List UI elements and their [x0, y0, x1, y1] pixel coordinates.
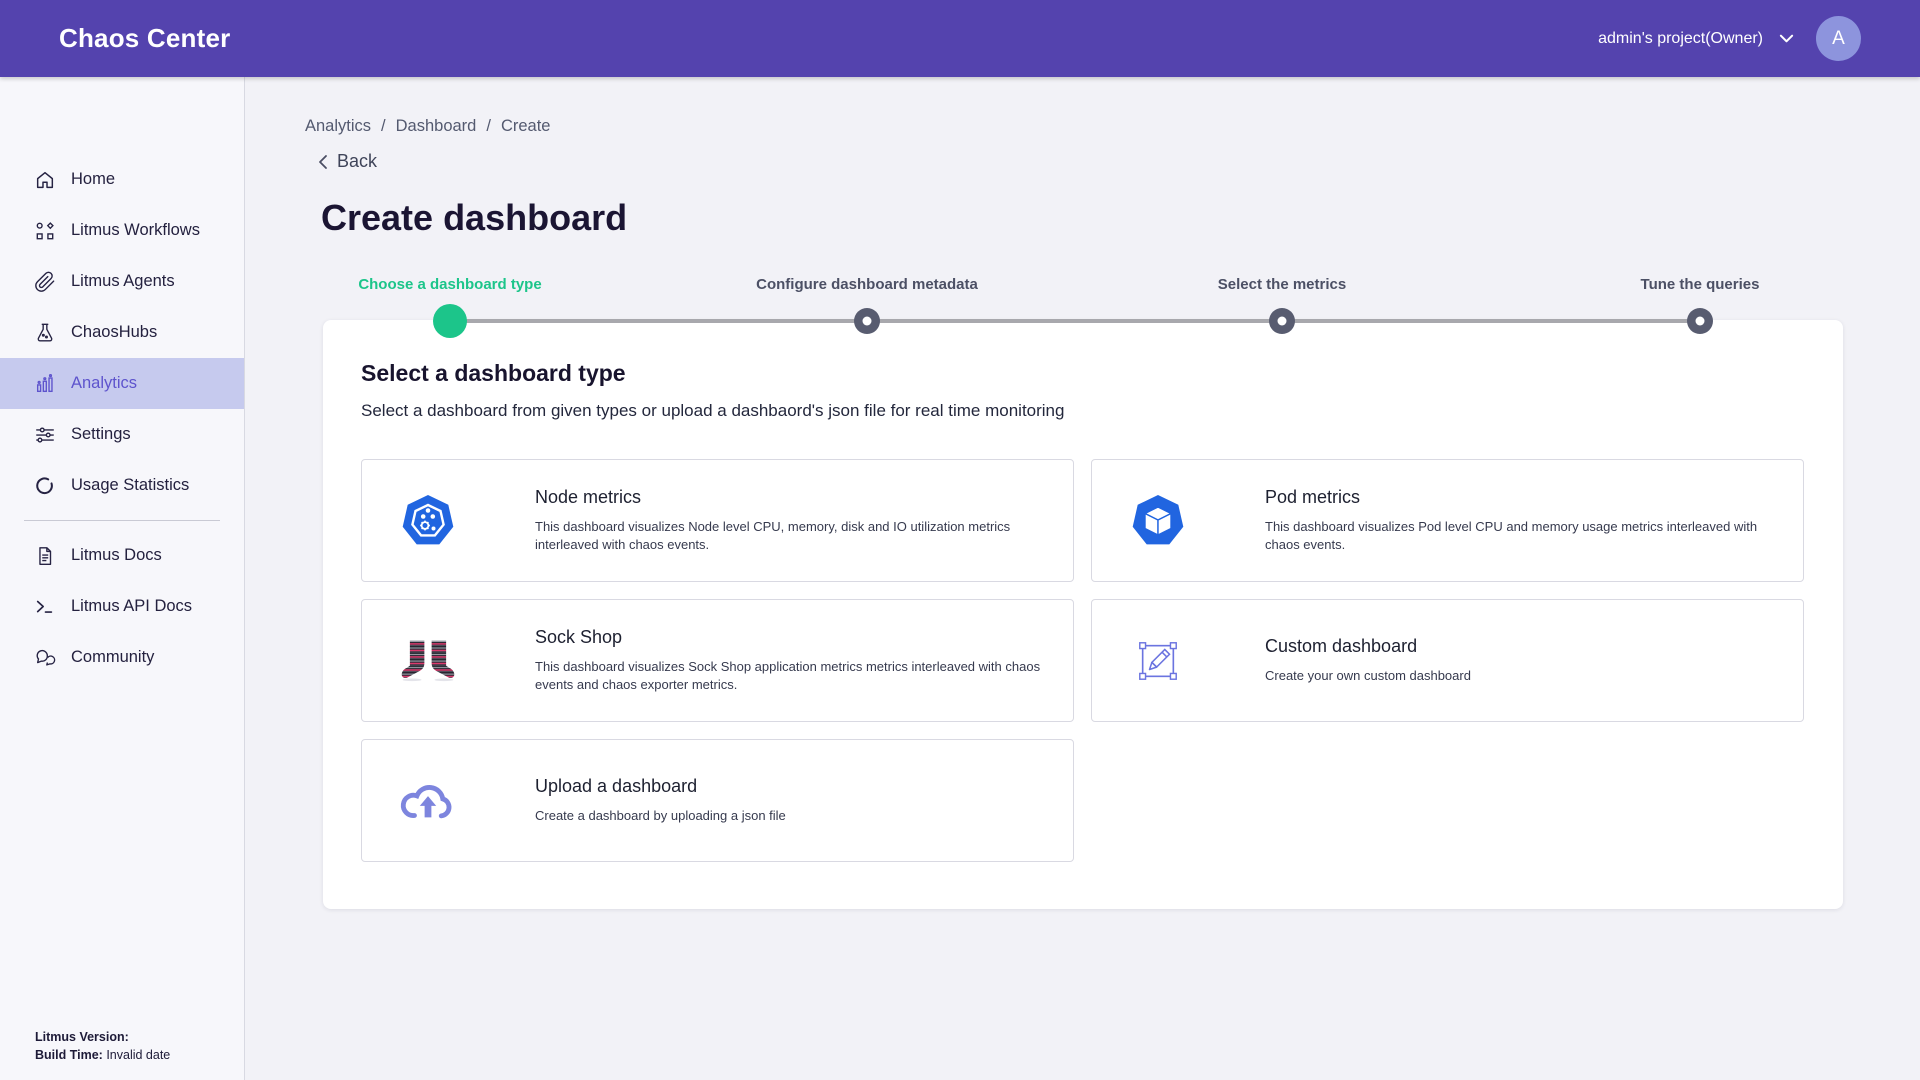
sidebar-item-community[interactable]: Community [0, 632, 244, 683]
chevron-down-icon [1779, 33, 1794, 44]
build-time-value: Invalid date [106, 1048, 170, 1062]
project-label: admin's project(Owner) [1598, 30, 1763, 48]
sidebar-item-chaoshubs[interactable]: ChaosHubs [0, 307, 244, 358]
breadcrumb-analytics[interactable]: Analytics [305, 117, 371, 136]
card-description: This dashboard visualizes Sock Shop appl… [535, 658, 1055, 694]
sidebar-item-label: Litmus Workflows [71, 221, 200, 240]
dashboard-type-grid: Node metrics This dashboard visualizes N… [361, 459, 1805, 862]
step-label-configure-metadata: Configure dashboard metadata [756, 276, 978, 293]
back-button[interactable]: Back [317, 151, 377, 172]
card-upload-dashboard[interactable]: Upload a dashboard Create a dashboard by… [361, 739, 1074, 862]
panel-subheading: Select a dashboard from given types or u… [361, 401, 1805, 421]
build-time-label: Build Time: [35, 1048, 103, 1062]
sidebar-item-label: Litmus Docs [71, 546, 162, 565]
panel-heading: Select a dashboard type [361, 360, 1805, 387]
terminal-icon [34, 596, 56, 618]
sidebar-nav: Home Litmus Workflows Litmus Agents Chao… [0, 77, 244, 683]
main-content: Analytics / Dashboard / Create Back Crea… [245, 77, 1920, 1080]
step-dot [1687, 308, 1713, 334]
sidebar-item-home[interactable]: Home [0, 154, 244, 205]
card-sock-shop[interactable]: Sock Shop This dashboard visualizes Sock… [361, 599, 1074, 722]
breadcrumb-create[interactable]: Create [501, 117, 551, 136]
card-title: Node metrics [535, 487, 1055, 508]
dashboard-type-panel: Select a dashboard type Select a dashboa… [323, 320, 1843, 909]
project-switcher[interactable]: admin's project(Owner) [1598, 30, 1794, 48]
home-icon [34, 169, 56, 191]
card-pod-metrics[interactable]: Pod metrics This dashboard visualizes Po… [1091, 459, 1804, 582]
sidebar: Home Litmus Workflows Litmus Agents Chao… [0, 77, 245, 1080]
sidebar-item-litmus-api-docs[interactable]: Litmus API Docs [0, 581, 244, 632]
step-label-select-metrics: Select the metrics [1218, 276, 1346, 293]
paperclip-icon [34, 271, 56, 293]
chevron-left-icon [317, 154, 328, 170]
sidebar-item-litmus-agents[interactable]: Litmus Agents [0, 256, 244, 307]
step-label-choose-type: Choose a dashboard type [358, 276, 541, 293]
sidebar-item-label: Analytics [71, 374, 137, 393]
card-title: Sock Shop [535, 627, 1055, 648]
sidebar-item-settings[interactable]: Settings [0, 409, 244, 460]
step-label-tune-queries: Tune the queries [1641, 276, 1760, 293]
cloud-upload-icon [399, 778, 457, 824]
document-icon [34, 545, 56, 567]
card-description: Create a dashboard by uploading a json f… [535, 807, 786, 825]
flask-icon [34, 322, 56, 344]
sidebar-item-label: Community [71, 648, 154, 667]
chat-bubbles-icon [34, 647, 56, 669]
pencil-frame-icon [1129, 638, 1187, 684]
sliders-icon [34, 424, 56, 446]
bar-chart-icon [34, 373, 56, 395]
workflows-icon [34, 220, 56, 242]
card-description: This dashboard visualizes Pod level CPU … [1265, 518, 1785, 554]
socks-icon [399, 632, 457, 690]
app-root: Chaos Center admin's project(Owner) A Ho… [0, 0, 1920, 1080]
kubernetes-pod-icon [1129, 493, 1187, 549]
breadcrumb-separator: / [381, 117, 386, 136]
card-title: Upload a dashboard [535, 776, 786, 797]
sidebar-item-label: Litmus Agents [71, 272, 175, 291]
sidebar-item-litmus-docs[interactable]: Litmus Docs [0, 530, 244, 581]
usage-circle-icon [34, 475, 56, 497]
sidebar-item-litmus-workflows[interactable]: Litmus Workflows [0, 205, 244, 256]
kubernetes-node-icon [399, 493, 457, 549]
avatar[interactable]: A [1816, 16, 1861, 61]
page-title: Create dashboard [321, 197, 627, 239]
card-title: Pod metrics [1265, 487, 1785, 508]
card-custom-dashboard[interactable]: Custom dashboard Create your own custom … [1091, 599, 1804, 722]
sidebar-divider [24, 520, 220, 521]
stepper-track [450, 319, 1700, 323]
litmus-version-label: Litmus Version: [35, 1030, 129, 1044]
card-title: Custom dashboard [1265, 636, 1471, 657]
brand-title: Chaos Center [59, 23, 230, 54]
card-node-metrics[interactable]: Node metrics This dashboard visualizes N… [361, 459, 1074, 582]
sidebar-item-usage-statistics[interactable]: Usage Statistics [0, 460, 244, 511]
card-description: Create your own custom dashboard [1265, 667, 1471, 685]
sidebar-item-label: Litmus API Docs [71, 597, 192, 616]
step-dot [1269, 308, 1295, 334]
breadcrumb-dashboard[interactable]: Dashboard [396, 117, 477, 136]
sidebar-item-label: Settings [71, 425, 131, 444]
sidebar-footer: Litmus Version: Build Time: Invalid date [35, 1028, 170, 1064]
step-dot [854, 308, 880, 334]
sidebar-item-label: Home [71, 170, 115, 189]
top-bar: Chaos Center admin's project(Owner) A [0, 0, 1920, 77]
breadcrumb: Analytics / Dashboard / Create [305, 117, 550, 136]
sidebar-item-label: Usage Statistics [71, 476, 189, 495]
step-dot-active [433, 304, 467, 338]
sidebar-item-label: ChaosHubs [71, 323, 157, 342]
avatar-initial: A [1832, 28, 1845, 50]
back-label: Back [337, 151, 377, 172]
sidebar-item-analytics[interactable]: Analytics [0, 358, 244, 409]
breadcrumb-separator: / [486, 117, 491, 136]
card-description: This dashboard visualizes Node level CPU… [535, 518, 1055, 554]
